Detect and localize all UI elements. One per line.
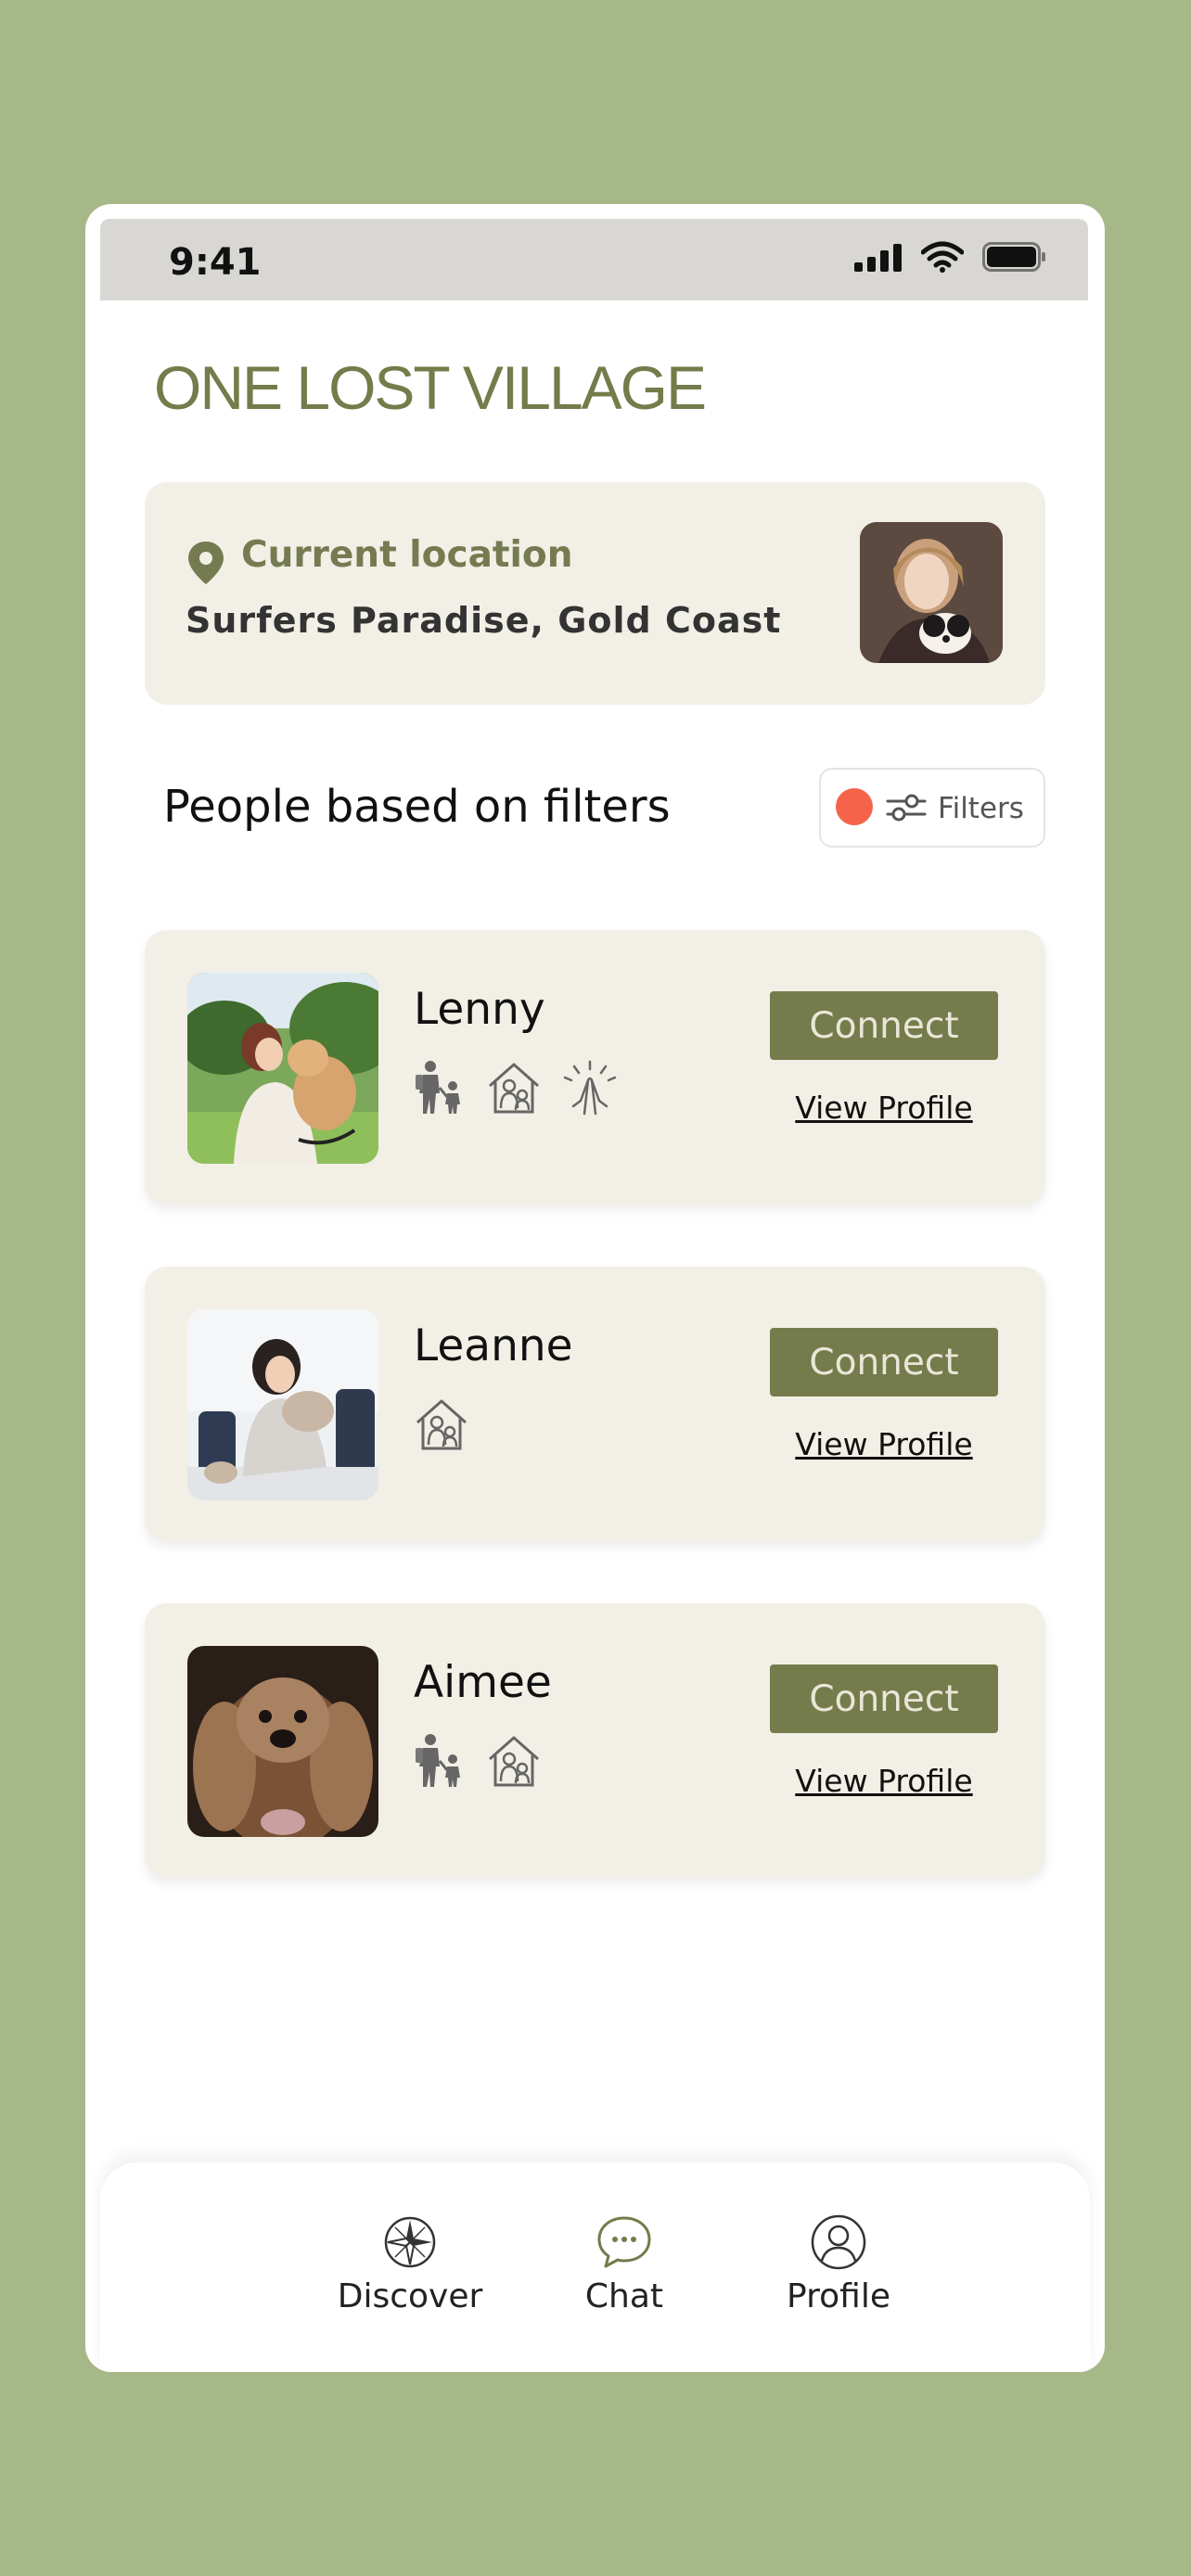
person-card[interactable]: Aimee Connect View Profile [145,1603,1045,1878]
trait-icons [414,1396,469,1452]
location-label: Current location [241,534,573,576]
parent-child-icon [416,1734,460,1787]
trait-icons [414,1060,618,1116]
person-name: Aimee [414,1657,552,1708]
nav-item-chat[interactable]: Chat [541,2213,708,2315]
sliders-icon [886,794,927,822]
nav-label: Profile [787,2277,890,2315]
view-profile-link[interactable]: View Profile [770,1090,998,1126]
parent-child-icon [416,1061,460,1114]
connect-button[interactable]: Connect [770,991,998,1060]
trait-icons [414,1733,542,1789]
wifi-icon [921,241,964,273]
home-family-icon [416,1399,467,1450]
people-section-title: People based on filters [163,781,671,833]
status-time: 9:41 [169,241,262,284]
nav-item-discover[interactable]: Discover [327,2213,493,2315]
home-family-icon [489,1063,539,1114]
location-value: Surfers Paradise, Gold Coast [186,600,782,641]
bottom-nav: Discover Chat Profile [100,2162,1090,2372]
nav-label: Discover [337,2277,483,2315]
person-photo[interactable] [187,973,378,1164]
location-card: Current location Surfers Paradise, Gold … [145,482,1045,705]
connect-button[interactable]: Connect [770,1328,998,1396]
compass-icon [384,2216,436,2268]
person-card[interactable]: Leanne Connect View Profile [145,1267,1045,1541]
user-profile-icon [811,2214,866,2270]
person-card[interactable]: Lenny Connect View Profile [145,930,1045,1205]
battery-icon [982,242,1045,272]
filters-button[interactable]: Filters [819,768,1045,848]
view-profile-link[interactable]: View Profile [770,1426,998,1462]
high-five-icon [563,1060,617,1116]
nav-label: Chat [584,2277,664,2315]
cellular-signal-icon [854,244,902,272]
person-name: Lenny [414,984,545,1035]
home-family-icon [489,1736,539,1787]
filters-label: Filters [938,792,1024,825]
status-icons [854,241,1047,273]
person-photo[interactable] [187,1646,378,1837]
map-pin-icon [188,542,224,584]
status-bar: 9:41 [100,219,1088,300]
app-title: ONE LOST VILLAGE [154,353,707,422]
connect-button[interactable]: Connect [770,1664,998,1733]
user-avatar[interactable] [860,522,1003,663]
person-photo[interactable] [187,1309,378,1500]
active-filter-indicator [836,788,873,825]
nav-item-profile[interactable]: Profile [755,2213,922,2315]
chat-bubble-icon [597,2216,651,2268]
phone-screen: 9:41 ONE LOST VILLAGE Current location S… [85,204,1105,2372]
person-name: Leanne [414,1320,573,1371]
view-profile-link[interactable]: View Profile [770,1763,998,1799]
